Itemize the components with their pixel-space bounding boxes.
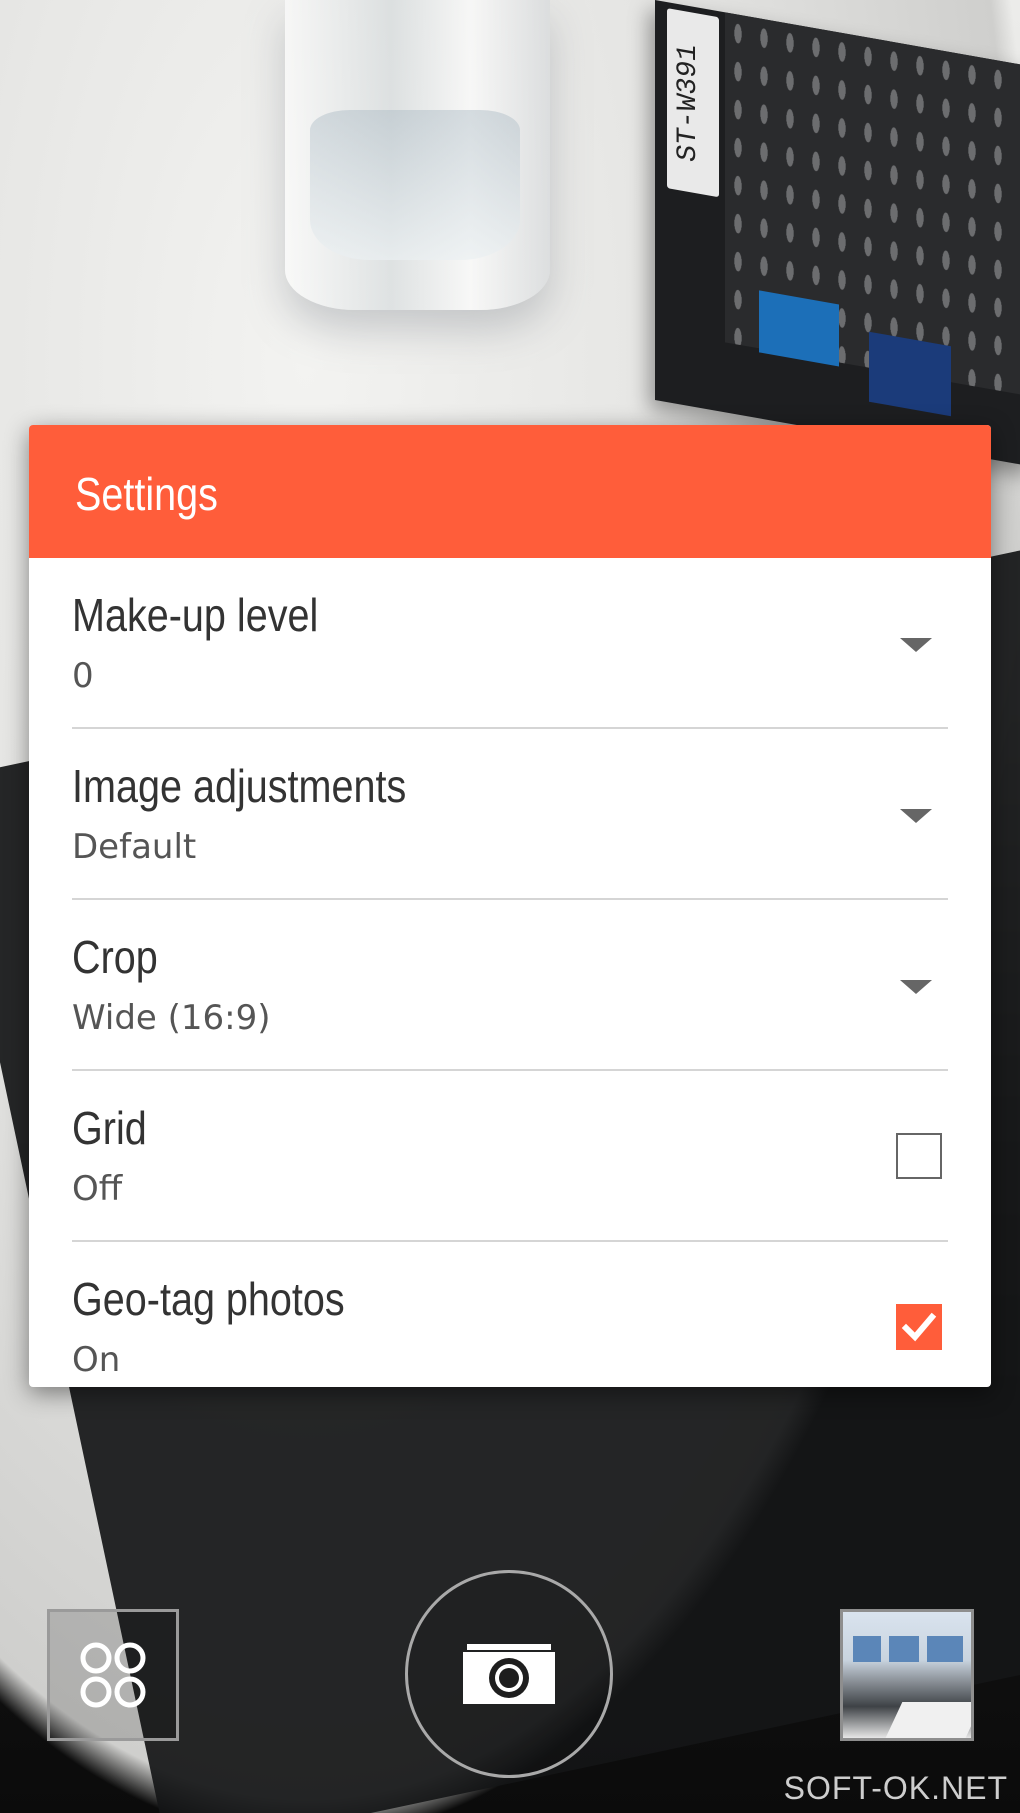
setting-value: On xyxy=(72,1340,121,1380)
four-circles-icon xyxy=(80,1642,146,1708)
watermark: SOFT-OK.NET xyxy=(783,1770,1008,1806)
setting-value: 0 xyxy=(72,656,94,696)
gallery-thumbnail[interactable] xyxy=(840,1609,974,1741)
grid-checkbox[interactable] xyxy=(896,1133,942,1179)
pc-label: ST-W391 xyxy=(667,8,719,198)
dropdown-arrow-icon[interactable] xyxy=(900,980,932,994)
setting-label: Grid xyxy=(72,1102,147,1154)
windows-sticker xyxy=(869,331,951,417)
thumb-window xyxy=(853,1636,881,1662)
settings-list: Make-up level 0 Image adjustments Defaul… xyxy=(29,558,991,1387)
desktop-pc: ST-W391 xyxy=(655,0,1020,468)
setting-geo-tag-photos[interactable]: Geo-tag photos On xyxy=(72,1242,948,1387)
water-glass xyxy=(285,0,550,310)
camera-modes-button[interactable] xyxy=(47,1609,179,1741)
setting-value: Wide (16:9) xyxy=(72,998,271,1038)
dialog-header: Settings xyxy=(29,425,991,558)
setting-grid[interactable]: Grid Off xyxy=(72,1071,948,1242)
setting-crop[interactable]: Crop Wide (16:9) xyxy=(72,900,948,1071)
setting-label: Make-up level xyxy=(72,589,319,641)
setting-label: Image adjustments xyxy=(72,760,407,812)
checkmark-icon xyxy=(901,1312,937,1342)
setting-makeup-level[interactable]: Make-up level 0 xyxy=(72,558,948,729)
setting-value: Off xyxy=(72,1169,123,1209)
setting-image-adjustments[interactable]: Image adjustments Default xyxy=(72,729,948,900)
thumb-window xyxy=(889,1636,919,1662)
shutter-button[interactable] xyxy=(405,1570,613,1778)
setting-label: Geo-tag photos xyxy=(72,1273,345,1325)
dropdown-arrow-icon[interactable] xyxy=(900,638,932,652)
thumb-desk xyxy=(883,1702,971,1738)
camera-icon xyxy=(463,1644,555,1704)
dropdown-arrow-icon[interactable] xyxy=(900,809,932,823)
geo-tag-checkbox[interactable] xyxy=(896,1304,942,1350)
dialog-title: Settings xyxy=(75,468,218,520)
intel-sticker xyxy=(759,290,839,367)
setting-label: Crop xyxy=(72,931,158,983)
settings-dialog: Settings Make-up level 0 Image adjustmen… xyxy=(29,425,991,1387)
setting-value: Default xyxy=(72,827,197,867)
thumb-window xyxy=(927,1636,963,1662)
